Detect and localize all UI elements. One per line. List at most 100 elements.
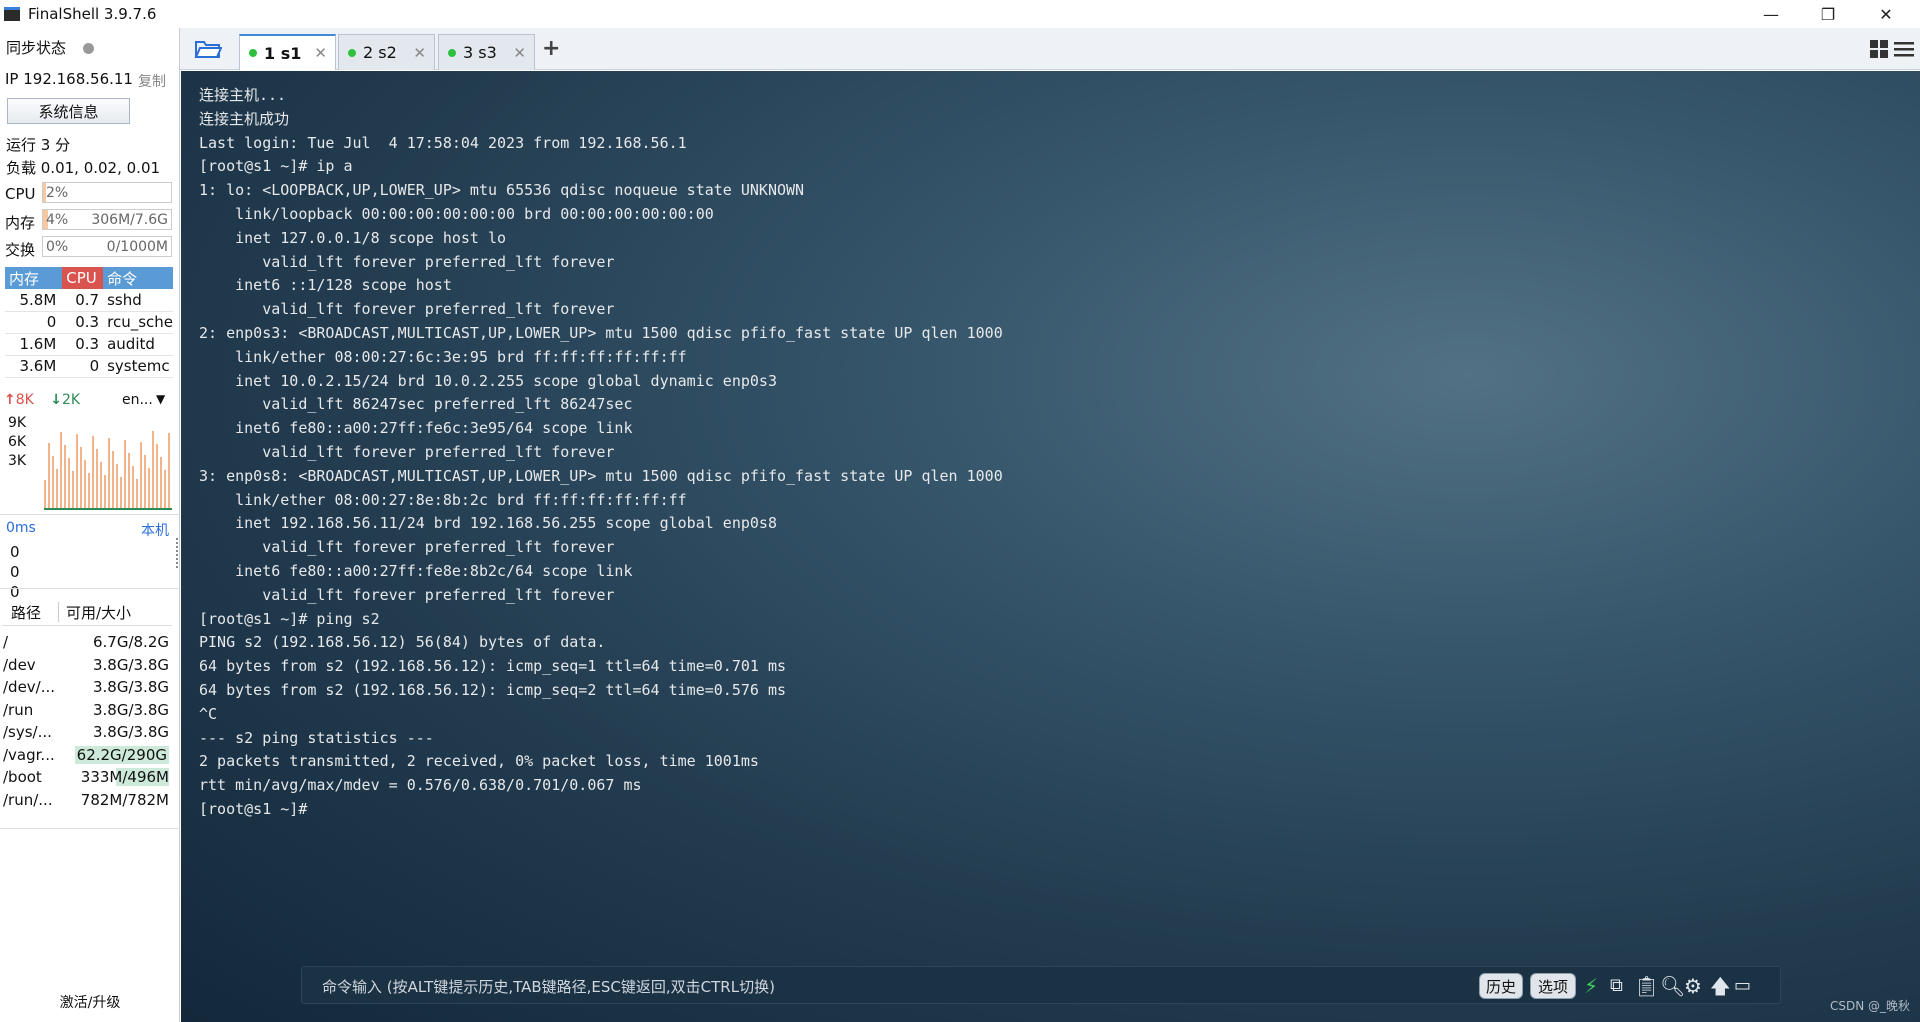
disk-path: /vagr... xyxy=(3,745,55,764)
net-activity-bar xyxy=(156,444,158,510)
proc-mem: 0 xyxy=(5,311,63,334)
net-activity-bar xyxy=(44,480,46,510)
tab-s3[interactable]: 3 s3 ✕ xyxy=(438,34,535,70)
proc-mem: 3.6M xyxy=(5,355,63,378)
disk-size: 3.8G/3.8G xyxy=(92,723,169,742)
swap-value: 0/1000M xyxy=(106,238,168,255)
disk-path: / xyxy=(3,633,9,652)
net-activity-bar xyxy=(72,471,74,510)
disk-row[interactable]: /dev 3.8G/3.8G xyxy=(3,654,171,677)
disk-header-size[interactable]: 可用/大小 xyxy=(66,602,131,623)
disk-row[interactable]: /vagr... 62.2G/290G xyxy=(3,744,171,767)
tab-s1[interactable]: 1 s1 ✕ xyxy=(239,34,336,70)
disk-row[interactable]: /dev/... 3.8G/3.8G xyxy=(3,676,171,699)
options-button[interactable]: 选项 xyxy=(1530,973,1576,999)
net-activity-bar xyxy=(56,469,58,510)
proc-mem: 1.6M xyxy=(5,333,63,356)
gear-icon[interactable]: ⚙ xyxy=(1684,974,1702,998)
process-row[interactable]: 5.8M 0.7 sshd xyxy=(5,289,173,312)
net-activity-bar xyxy=(80,447,82,510)
tab-s2[interactable]: 2 s2 ✕ xyxy=(338,34,435,70)
disk-row[interactable]: / 6.7G/8.2G xyxy=(3,631,171,654)
disk-row[interactable]: /run/... 782M/782M xyxy=(3,789,171,812)
copy-ip-button[interactable]: 复制 xyxy=(138,71,166,91)
search-icon[interactable]: 🔍︎ xyxy=(1660,974,1685,998)
terminal[interactable]: 连接主机... 连接主机成功 Last login: Tue Jul 4 17:58… xyxy=(181,71,1920,1022)
terminal-line: 1: lo: <LOOPBACK,UP,LOWER_UP> mtu 65536 … xyxy=(199,181,805,200)
disk-row[interactable]: /sys/... 3.8G/3.8G xyxy=(3,721,171,744)
net-activity-bar xyxy=(148,468,150,510)
close-tab-icon[interactable]: ✕ xyxy=(513,44,526,62)
disk-size: 333M/496M xyxy=(75,766,171,789)
chevron-down-icon[interactable]: ▼ xyxy=(156,392,165,406)
cpu-label: CPU xyxy=(5,185,36,203)
terminal-line: 3: enp0s8: <BROADCAST,MULTICAST,UP,LOWER… xyxy=(199,466,1003,485)
terminal-line: valid_lft forever preferred_lft forever xyxy=(199,585,615,604)
paste-icon[interactable]: 📋︎ xyxy=(1634,974,1659,998)
title-bar: FinalShell 3.9.7.6 — ❐ ✕ xyxy=(0,0,1920,28)
close-tab-icon[interactable]: ✕ xyxy=(314,44,327,62)
terminal-line: inet6 ::1/128 scope host xyxy=(199,276,452,295)
proc-cmd: auditd xyxy=(103,333,173,356)
net-activity-bar xyxy=(128,453,130,510)
proc-cpu: 0 xyxy=(62,355,104,378)
disk-row[interactable]: /boot 333M/496M xyxy=(3,766,171,789)
disk-path: /sys/... xyxy=(3,723,52,742)
disk-path: /dev xyxy=(3,655,36,674)
net-activity-bar xyxy=(92,436,94,510)
net-activity-bar xyxy=(168,433,170,510)
history-button[interactable]: 历史 xyxy=(1479,973,1523,999)
terminal-line: 连接主机... xyxy=(199,86,287,104)
close-tab-icon[interactable]: ✕ xyxy=(413,44,426,62)
copy-icon[interactable]: ⧉ xyxy=(1610,974,1623,998)
process-row[interactable]: 0 0.3 rcu_sche xyxy=(5,311,173,334)
net-activity-bar xyxy=(152,431,154,510)
menu-icon[interactable] xyxy=(1894,41,1914,57)
net-header: ↑8K ↓2K en... ▼ xyxy=(4,392,174,412)
maximize-button[interactable]: ❐ xyxy=(1800,0,1856,28)
sysinfo-button[interactable]: 系统信息 xyxy=(7,98,130,124)
proc-header-cpu[interactable]: CPU xyxy=(62,267,104,289)
net-activity-bar xyxy=(160,457,162,510)
net-activity-bar xyxy=(164,470,166,510)
net-activity-bar xyxy=(84,460,86,510)
activate-upgrade-link[interactable]: 激活/升级 xyxy=(0,992,180,1012)
net-activity-bar xyxy=(144,455,146,510)
add-tab-button[interactable]: + xyxy=(542,36,560,61)
terminal-line: --- s2 ping statistics --- xyxy=(199,728,434,747)
process-row[interactable]: 1.6M 0.3 auditd xyxy=(5,333,173,356)
online-dot-icon xyxy=(348,48,356,57)
process-row[interactable]: 3.6M 0 systemc xyxy=(5,355,173,378)
disk-header-path[interactable]: 路径 xyxy=(11,602,41,623)
watermark: CSDN @_晚秋 xyxy=(1829,999,1910,1013)
command-input[interactable]: 命令输入 (按ALT键提示历史,TAB键路径,ESC键返回,双击CTRL切换) xyxy=(322,976,775,997)
terminal-line: 连接主机成功 xyxy=(199,109,290,128)
mem-label: 内存 xyxy=(5,214,36,232)
disk-size-value: 62.2G/290G xyxy=(74,745,169,764)
proc-cmd: sshd xyxy=(103,289,173,312)
folder-icon[interactable] xyxy=(194,38,223,60)
minimize-button[interactable]: — xyxy=(1743,0,1799,28)
disk-path: /run xyxy=(3,700,34,719)
proc-cpu: 0.7 xyxy=(62,289,104,312)
resize-handle[interactable] xyxy=(176,538,178,568)
ping-value: 0 xyxy=(10,543,20,561)
fullscreen-icon[interactable]: ▭ xyxy=(1734,974,1751,998)
net-activity-bar xyxy=(136,479,138,510)
net-activity-bar xyxy=(120,477,122,510)
proc-header-cmd[interactable]: 命令 xyxy=(103,267,173,289)
terminal-output[interactable]: 连接主机... 连接主机成功 Last login: Tue Jul 4 17:58… xyxy=(199,84,1003,822)
ping-latency: 0ms xyxy=(6,520,36,536)
divider xyxy=(0,828,180,829)
net-interface-select[interactable]: en... xyxy=(122,392,153,408)
arrow-up-icon[interactable]: 🡅 xyxy=(1710,974,1731,998)
terminal-line: valid_lft 86247sec preferred_lft 86247se… xyxy=(199,395,633,414)
disk-row[interactable]: /run 3.8G/3.8G xyxy=(3,699,171,722)
layout-grid-icon[interactable] xyxy=(1870,40,1888,58)
proc-cmd: systemc xyxy=(103,355,173,378)
ping-host[interactable]: 本机 xyxy=(141,520,169,540)
lightning-icon[interactable]: ⚡ xyxy=(1584,974,1598,998)
disk-size: 782M/782M xyxy=(80,790,169,809)
close-window-button[interactable]: ✕ xyxy=(1858,0,1914,28)
proc-header-mem[interactable]: 内存 xyxy=(5,267,63,289)
